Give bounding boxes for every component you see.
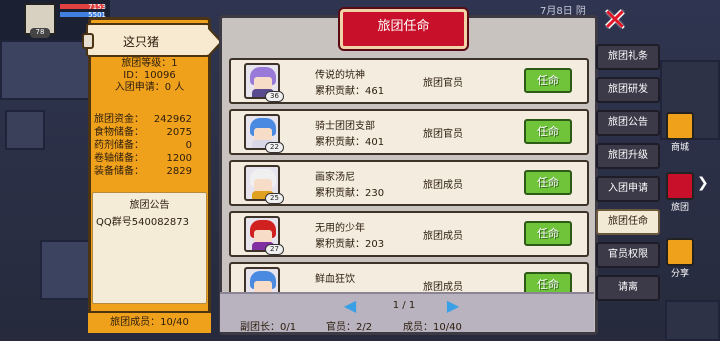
officer-count: 官员：2/2 (326, 322, 373, 333)
announcement-text: QQ群号540082873 (96, 217, 190, 228)
stat-label: 卷轴储备： (94, 153, 144, 164)
member-contribution: 累积贡献：401 (315, 137, 385, 148)
member-row: 25 画家汤尼 累积贡献：230 旅团成员 任命 (229, 160, 589, 206)
appoint-button[interactable]: 任命 (524, 272, 572, 293)
guild-reserves: 旅团资金： 242962 食物储备： 2075 药剂储备： 0 卷轴储备： 1200 装… (94, 113, 192, 178)
guild-members-count: 旅团成员：10/40 (88, 311, 211, 333)
guild-button[interactable]: 旅团 (661, 172, 699, 213)
guild-name: 这只猪 (122, 35, 159, 49)
stat-value: 0 (185, 140, 192, 151)
member-row: 27 无用的少年 累积贡献：203 旅团成员 任命 (229, 211, 589, 257)
panel-title: 旅团任命 (377, 19, 430, 34)
background-tile (665, 300, 720, 341)
stat-value: 2075 (166, 127, 192, 138)
share-icon (666, 238, 694, 266)
tab-announcement[interactable]: 旅团公告 (596, 110, 660, 136)
member-role: 旅团成员 (423, 231, 463, 242)
share-label: 分享 (670, 269, 689, 279)
member-level: 27 (265, 244, 284, 255)
guild-label: 旅团 (670, 203, 689, 213)
appoint-button[interactable]: 任命 (524, 221, 572, 246)
member-role: 旅团官员 (423, 78, 463, 89)
member-list[interactable]: 36 传说的坑神 累积贡献：461 旅团官员 任命 22 骑士团团支部 累积贡献… (225, 55, 589, 293)
stat-value: 242962 (153, 114, 192, 125)
tab-upgrade[interactable]: 旅团升级 (596, 143, 660, 169)
stat-label: 药剂储备： (94, 140, 144, 151)
member-contribution: 累积贡献：461 (315, 86, 385, 97)
shop-label: 商城 (670, 143, 689, 153)
stat-row: 卷轴储备： 1200 (94, 152, 192, 165)
appoint-button[interactable]: 任命 (524, 170, 572, 195)
member-row: 22 骑士团团支部 累积贡献：401 旅团官员 任命 (229, 109, 589, 155)
member-name: 画家汤尼 (315, 172, 355, 183)
prev-page-icon[interactable]: ◀ (343, 298, 357, 314)
stat-row: 装备储备： 2829 (94, 165, 192, 178)
guild-icon (666, 172, 694, 200)
next-page-icon[interactable]: ▶ (446, 298, 460, 314)
member-row: 36 传说的坑神 累积贡献：461 旅团官员 任命 (229, 58, 589, 104)
member-row: 鲜血狂饮 旅团成员 任命 (229, 262, 589, 293)
guild-announcement[interactable]: 旅团公告 QQ群号540082873 (92, 192, 207, 304)
stat-row: 药剂储备： 0 (94, 139, 192, 152)
shop-icon (666, 112, 694, 140)
vice-leader-count: 副团长：0/1 (240, 322, 297, 333)
stat-label: 食物储备： (94, 127, 144, 138)
appoint-button[interactable]: 任命 (524, 68, 572, 93)
player-level: 78 (30, 28, 50, 38)
guild-basic-info: 旅团等级：1 ID：10096 入团申请：0 人 (92, 58, 207, 94)
tab-gifts[interactable]: 旅团礼条 (596, 44, 660, 70)
stat-value: 1200 (166, 153, 192, 164)
member-contribution: 累积贡献：230 (315, 188, 385, 199)
tab-research[interactable]: 旅团研发 (596, 77, 660, 103)
member-name: 骑士团团支部 (315, 121, 375, 132)
background-tile (5, 110, 45, 150)
stat-value: 2829 (166, 166, 192, 177)
background-tile (0, 40, 90, 100)
tab-appointment[interactable]: 旅团任命 (596, 209, 660, 235)
page-indicator: 1 / 1 (392, 300, 416, 311)
member-count: 成员：10/40 (403, 322, 462, 333)
panel-title-banner: 旅团任命 (340, 9, 467, 49)
share-button[interactable]: 分享 (661, 238, 699, 279)
stat-label: 旅团资金： (94, 114, 144, 125)
announcement-title: 旅团公告 (129, 200, 170, 211)
member-name: 传说的坑神 (315, 70, 365, 81)
tab-officer-permissions[interactable]: 官员权限 (596, 242, 660, 268)
member-avatar[interactable] (244, 267, 280, 293)
member-level: 22 (265, 142, 284, 153)
member-contribution: 累积贡献：203 (315, 239, 385, 250)
pager-bar: ◀ 1 / 1 ▶ 副团长：0/1 官员：2/2 成员：10/40 (220, 292, 594, 333)
chevron-right-icon[interactable]: ❯ (697, 175, 709, 191)
members-label: 旅团成员： (110, 317, 161, 328)
member-role: 旅团成员 (423, 180, 463, 191)
member-role: 旅团成员 (423, 282, 463, 293)
tab-leave[interactable]: 请离 (596, 275, 660, 301)
close-icon[interactable]: ✕ (601, 6, 629, 36)
stat-row: 食物储备： 2075 (94, 126, 192, 139)
member-name: 鲜血狂饮 (315, 274, 355, 285)
member-level: 25 (265, 193, 284, 204)
shop-button[interactable]: 商城 (661, 112, 699, 153)
guild-id: ID：10096 (123, 70, 176, 81)
background-tile (40, 240, 90, 300)
guild-level: 旅团等级：1 (121, 58, 178, 69)
member-level: 36 (265, 91, 284, 102)
members-value: 10/40 (160, 317, 189, 328)
hp-value: 7153 (88, 3, 106, 11)
tab-applications[interactable]: 入团申请 (596, 176, 660, 202)
stat-label: 装备储备： (94, 166, 144, 177)
stat-row: 旅团资金： 242962 (94, 113, 192, 126)
member-role: 旅团官员 (423, 129, 463, 140)
member-name: 无用的少年 (315, 223, 365, 234)
appoint-button[interactable]: 任命 (524, 119, 572, 144)
guild-applications: 入团申请：0 人 (114, 82, 185, 93)
guild-name-plate: 这只猪 (82, 23, 223, 57)
